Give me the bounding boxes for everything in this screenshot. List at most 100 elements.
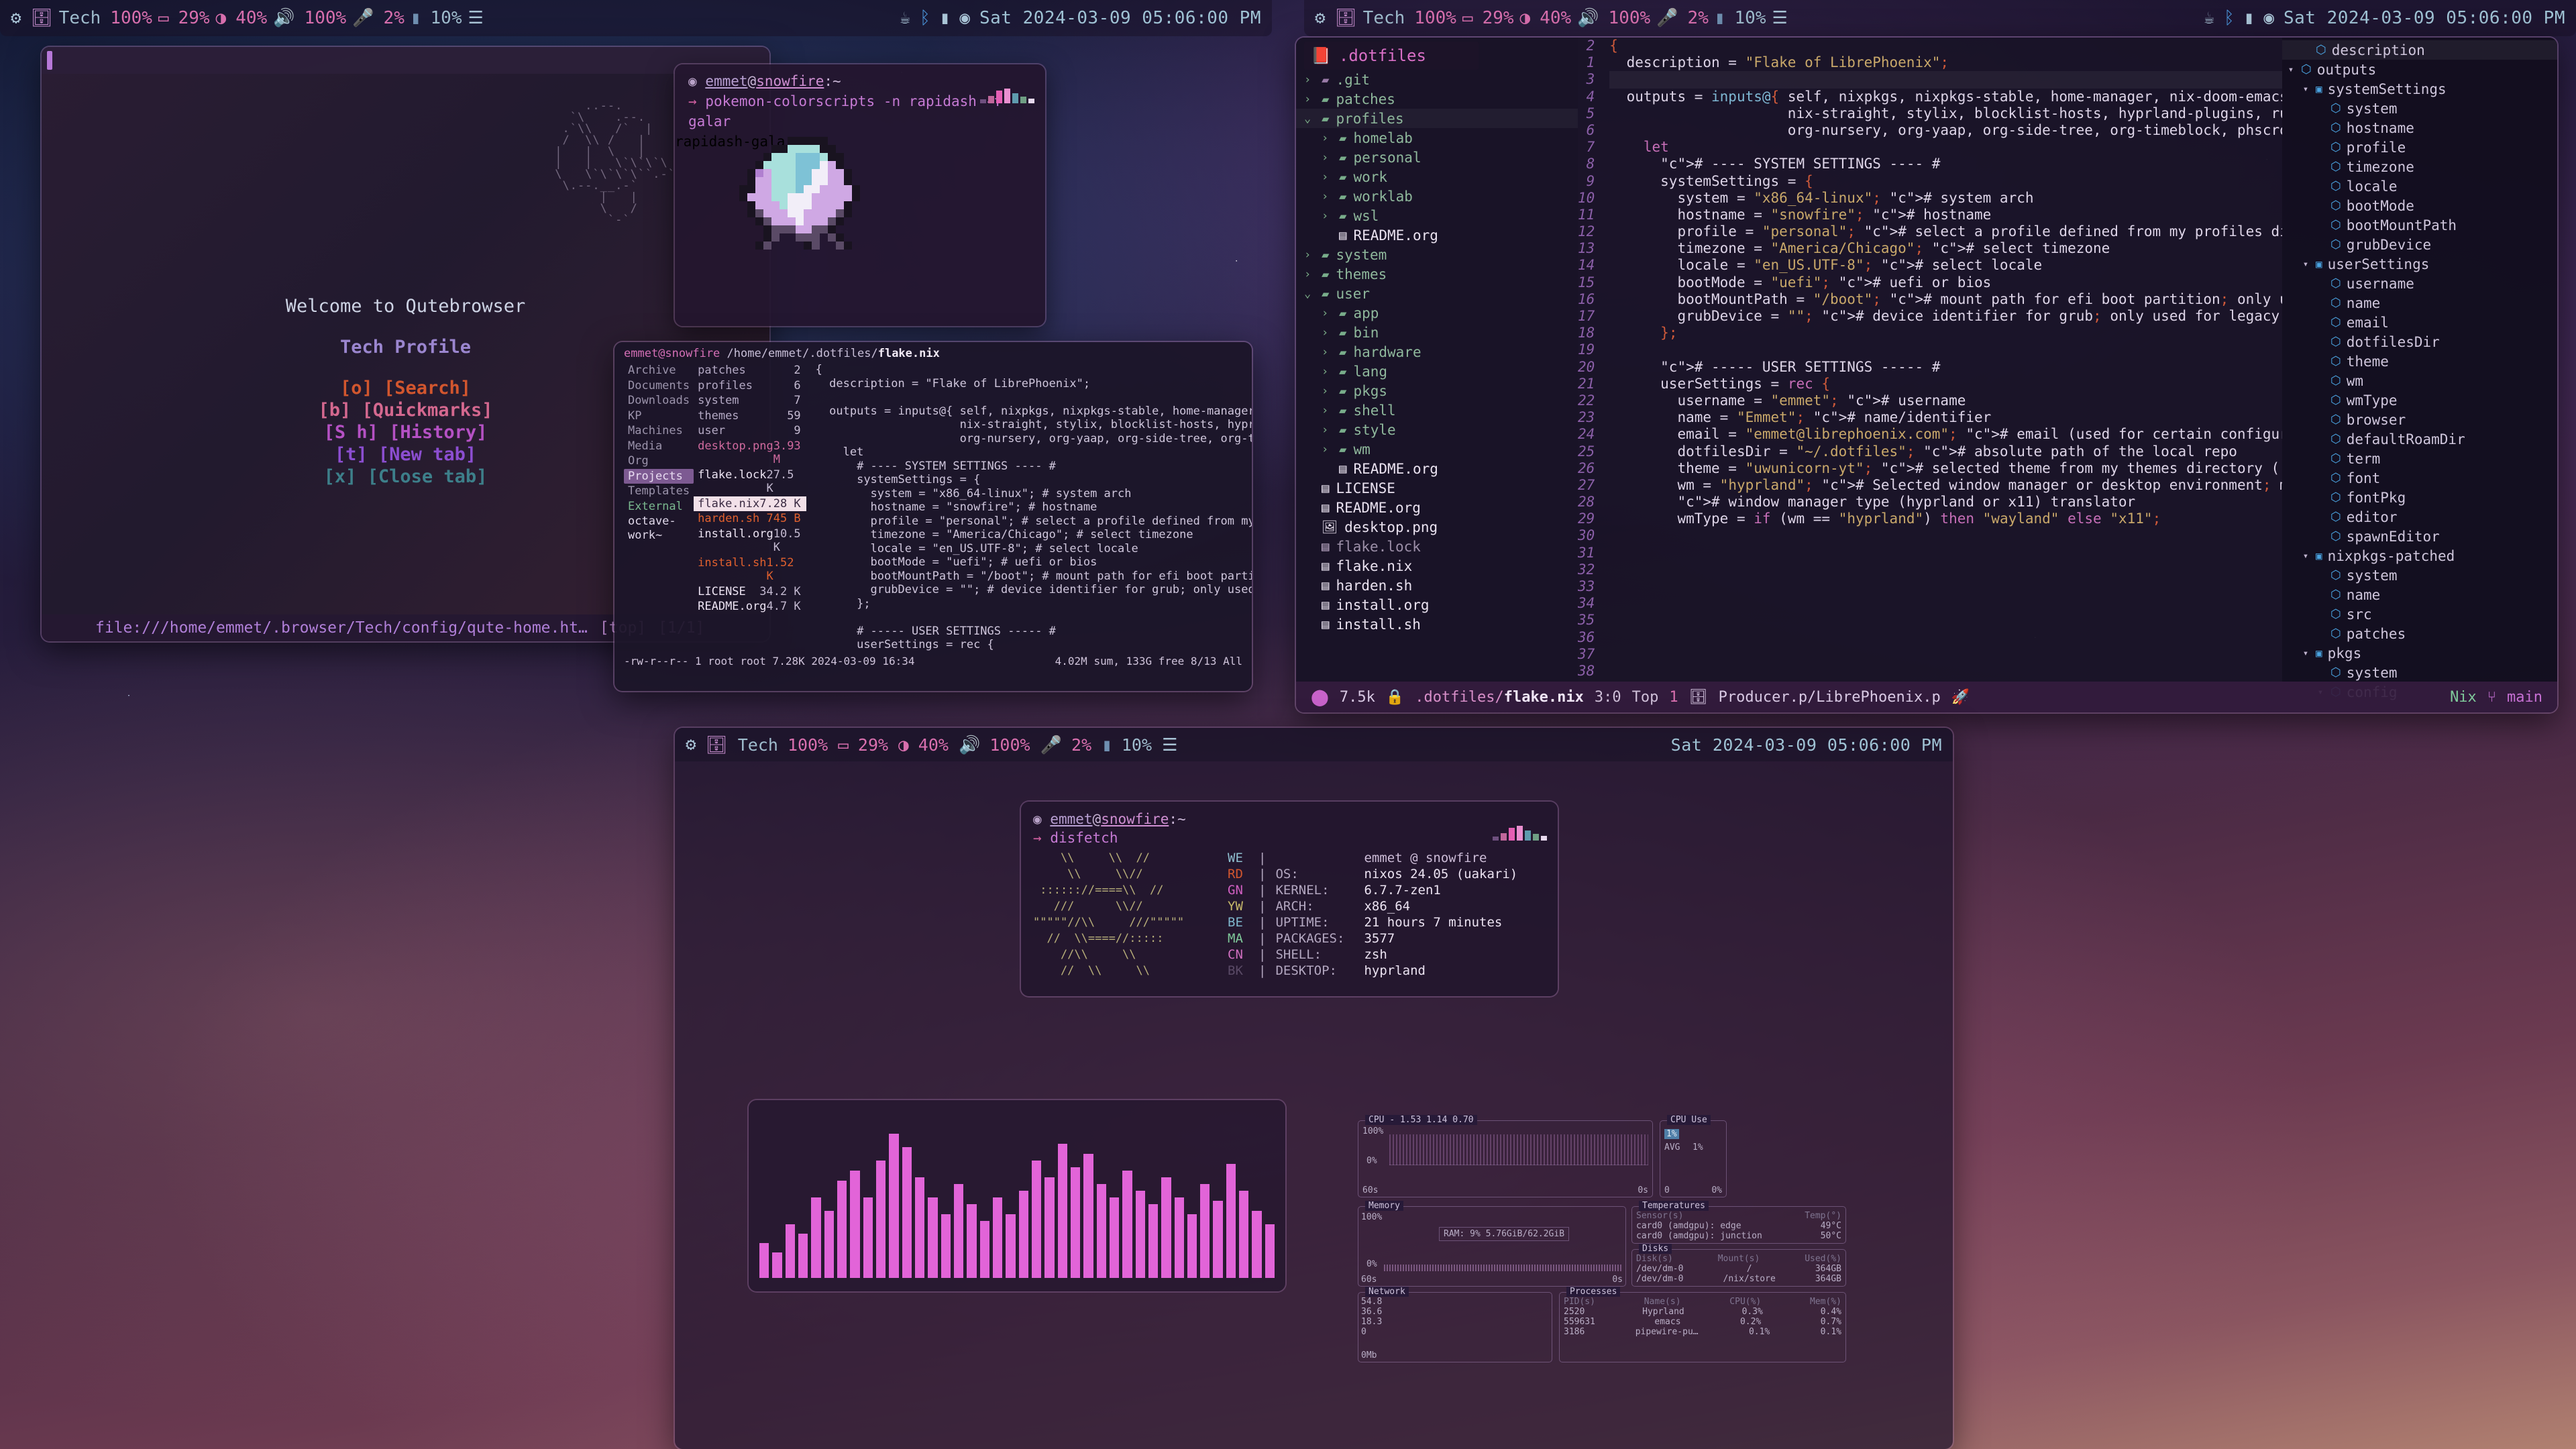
cava-visualizer-window[interactable] <box>749 1100 1285 1291</box>
outline-node[interactable]: ⬡ patches <box>2282 624 2557 643</box>
code-line[interactable]: profile = "personal"; "c"># select a pro… <box>1609 223 2282 240</box>
code-text[interactable]: { description = "Flake of LibrePhoenix";… <box>1603 38 2282 682</box>
code-line[interactable] <box>1609 71 2282 89</box>
chevron-icon[interactable]: › <box>1322 190 1332 203</box>
outline-node[interactable]: ⬡ dotfilesDir <box>2282 332 2557 352</box>
system-monitor[interactable]: CPU - 1.53 1.14 0.70 100% 0% 60s 0s CPU … <box>1358 1115 1847 1432</box>
volume-module[interactable]: 40% 🔊 <box>918 735 981 755</box>
code-line[interactable]: "c"># ----- USER SETTINGS ----- # <box>1609 359 2282 376</box>
chevron-icon[interactable]: › <box>1322 131 1332 145</box>
file-list-item[interactable]: profiles 6 <box>694 378 806 394</box>
outline-node[interactable]: ⬡ src <box>2282 604 2557 624</box>
file-list-item[interactable]: flake.nix 7.28 K <box>694 496 806 511</box>
chevron-icon[interactable]: › <box>1322 345 1332 359</box>
outline-node[interactable]: ⬡ description <box>2282 40 2557 60</box>
gear-icon[interactable]: ⚙ <box>686 736 696 753</box>
chevron-icon[interactable]: › <box>1304 268 1315 281</box>
file-list-item[interactable]: Media <box>624 439 694 454</box>
file-list-item[interactable]: Documents <box>624 378 694 394</box>
battery-module[interactable]: 29% ◑ <box>178 8 227 28</box>
file-list-item[interactable]: desktop.png 3.93 M <box>694 439 806 468</box>
file-list-item[interactable]: README.org 4.7 K <box>694 599 806 614</box>
treemacs-node[interactable]: ⌄ ▰ user <box>1296 284 1578 303</box>
wifi-icon[interactable]: ▮ <box>2244 9 2255 27</box>
treemacs-node[interactable]: › ▰ app <box>1296 303 1578 323</box>
bottom-monitor-window[interactable]: ⚙ 🗄 Tech 100% ▭ 29% ◑ 40% 🔊 100% 🎤 2% ▮ … <box>675 728 1953 1449</box>
outline-node[interactable]: ⬡ font <box>2282 468 2557 488</box>
outline-node[interactable]: ⬡ system <box>2282 566 2557 585</box>
brightness-module[interactable]: 100% ▭ <box>110 8 168 28</box>
treemacs-node[interactable]: › ▰ .git <box>1296 70 1578 89</box>
outline-node[interactable]: ⬡ email <box>2282 313 2557 332</box>
treemacs-node[interactable]: › ▰ work <box>1296 167 1578 186</box>
outline-node[interactable]: ⬡ profile <box>2282 138 2557 157</box>
outline-node[interactable]: ⬡ name <box>2282 585 2557 604</box>
disfetch-terminal-window[interactable]: ◉ emmet@snowfire:~ → disfetch \\ \\ // \… <box>1021 802 1558 996</box>
triangle-icon[interactable]: ▾ <box>2301 551 2310 561</box>
code-line[interactable]: bootMountPath = "/boot"; "c"># mount pat… <box>1609 291 2282 308</box>
file-list-item[interactable]: LICENSE 34.2 K <box>694 584 806 600</box>
code-line[interactable]: hostname = "snowfire"; "c"># hostname <box>1609 207 2282 223</box>
outline-node[interactable]: ⬡ locale <box>2282 176 2557 196</box>
file-list-item[interactable]: install.org 10.5 K <box>694 527 806 555</box>
code-line[interactable]: userSettings = rec { <box>1609 376 2282 392</box>
gear-icon[interactable]: ⚙ <box>11 9 21 27</box>
qutebrowser-tabbar[interactable] <box>42 47 769 74</box>
treemacs-node[interactable]: ▤ flake.lock <box>1296 537 1578 556</box>
code-line[interactable]: locale = "en_US.UTF-8"; "c"># select loc… <box>1609 257 2282 274</box>
treemacs-node[interactable]: › ▰ lang <box>1296 362 1578 381</box>
cpu-module[interactable]: 2% ▮ <box>1688 8 1725 28</box>
emacs-window[interactable]: 📕 .dotfiles › ▰ .git › ▰ patches ⌄ ▰ profiles › ▰ h… <box>1296 38 2557 712</box>
code-line[interactable]: system = "x86_64-linux"; "c"># system ar… <box>1609 190 2282 207</box>
cpu-module[interactable]: 2% ▮ <box>1071 735 1112 755</box>
file-list-item[interactable]: Org <box>624 453 694 469</box>
treemacs-node[interactable]: ▤ LICENSE <box>1296 478 1578 498</box>
code-line[interactable]: bootMode = "uefi"; "c"># uefi or bios <box>1609 274 2282 291</box>
triangle-icon[interactable]: ▾ <box>2301 259 2310 270</box>
memory-module[interactable]: 10% ☰ <box>1122 735 1178 755</box>
outline-node[interactable]: ⬡ system <box>2282 663 2557 682</box>
outline-node[interactable]: ⬡ bootMode <box>2282 196 2557 215</box>
file-list-item[interactable]: system 7 <box>694 393 806 409</box>
code-line[interactable]: let <box>1609 139 2282 156</box>
file-list-item[interactable]: patches 2 <box>694 363 806 378</box>
file-manager-current-column[interactable]: patches 2 profiles 6 system 7 themes 59 user 9 des… <box>694 363 806 651</box>
code-line[interactable]: name = "Emmet"; "c"># name/identifier <box>1609 409 2282 426</box>
code-line[interactable]: wm = "hyprland"; "c"># Selected window m… <box>1609 477 2282 494</box>
treemacs-node[interactable]: ▤ flake.nix <box>1296 556 1578 576</box>
file-list-item[interactable]: Templates <box>624 484 694 499</box>
treemacs-file-list[interactable]: › ▰ .git › ▰ patches ⌄ ▰ profiles › ▰ homelab › ▰ pers… <box>1296 70 1578 634</box>
file-list-item[interactable]: flake.lock 27.5 K <box>694 468 806 496</box>
outline-node[interactable]: ⬡ theme <box>2282 352 2557 371</box>
treemacs-node[interactable]: ▤ install.org <box>1296 595 1578 614</box>
emacs-code-buffer[interactable]: 2 1 3 4 5 6 7 8 9 10 11 12 13 14 15 16 17 18 19 20 21 22 23 24 2… <box>1578 38 2282 682</box>
memory-module[interactable]: 10% ☰ <box>431 8 484 28</box>
code-line[interactable]: { <box>1609 38 2282 54</box>
chevron-icon[interactable]: › <box>1322 326 1332 339</box>
treemacs-node[interactable]: › ▰ worklab <box>1296 186 1578 206</box>
treemacs-node[interactable]: › ▰ homelab <box>1296 128 1578 148</box>
file-list-item[interactable]: Downloads <box>624 393 694 409</box>
memory-module[interactable]: 10% ☰ <box>1735 8 1788 28</box>
battery-module[interactable]: 29% ◑ <box>1483 8 1531 28</box>
brightness-module[interactable]: 100% ▭ <box>788 735 849 755</box>
treemacs-node[interactable]: ⌄ ▰ profiles <box>1296 109 1578 128</box>
treemacs-project-header[interactable]: 📕 .dotfiles <box>1304 42 1479 70</box>
treemacs-node[interactable]: › ▰ wsl <box>1296 206 1578 225</box>
chevron-icon[interactable]: › <box>1322 404 1332 417</box>
treemacs-node[interactable]: › ▰ bin <box>1296 323 1578 342</box>
treemacs-node[interactable]: 🖼 desktop.png <box>1296 517 1578 537</box>
outline-node[interactable]: ⬡ name <box>2282 293 2557 313</box>
code-line[interactable]: username = "emmet"; "c"># username <box>1609 392 2282 409</box>
treemacs-node[interactable]: › ▰ hardware <box>1296 342 1578 362</box>
outline-node[interactable]: ⬡ editor <box>2282 507 2557 527</box>
emacs-treemacs-sidebar[interactable]: 📕 .dotfiles › ▰ .git › ▰ patches ⌄ ▰ profiles › ▰ h… <box>1296 38 1578 682</box>
treemacs-node[interactable]: ▤ README.org <box>1296 498 1578 517</box>
emacs-outline-sidebar[interactable]: ⬡ description ▾ ⬡ outputs ▾ ▣ systemSettings ⬡ sy… <box>2282 38 2557 700</box>
outline-node[interactable]: ⬡ wm <box>2282 371 2557 390</box>
outline-node[interactable]: ⬡ spawnEditor <box>2282 527 2557 546</box>
treemacs-node[interactable]: ▤ README.org <box>1296 225 1578 245</box>
code-line[interactable]: email = "emmet@librephoenix.com"; "c"># … <box>1609 426 2282 443</box>
chevron-icon[interactable]: › <box>1322 443 1332 456</box>
wifi-icon[interactable]: ▮ <box>940 9 951 27</box>
